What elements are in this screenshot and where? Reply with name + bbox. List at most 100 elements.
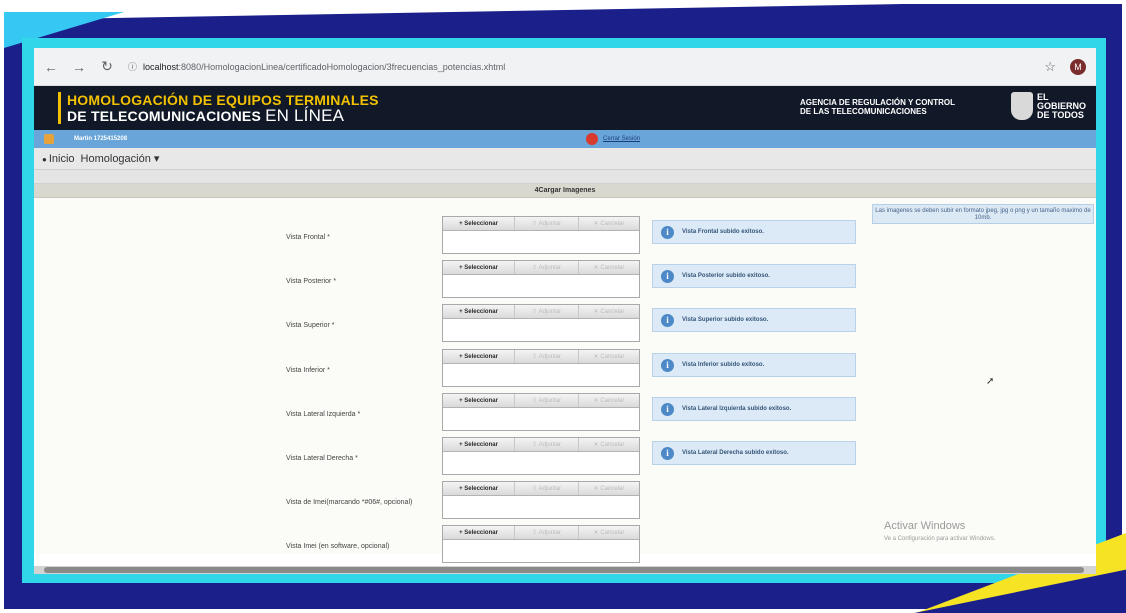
select-file-label: Seleccionar	[464, 220, 498, 227]
success-message-text: Vista Posterior subido exitoso.	[682, 273, 770, 279]
cancel-button[interactable]: ✕ Cancelar	[579, 394, 639, 407]
agency-line2: DE LAS TELECOMUNICACIONES	[800, 107, 927, 116]
reload-icon[interactable]: ↻	[100, 58, 114, 75]
cancel-label: Cancelar	[600, 397, 625, 404]
select-file-label: Seleccionar	[464, 441, 498, 448]
upload-field-label: Vista de Imei(marcando *#06#, opcional)	[286, 499, 413, 506]
success-message: i Vista Lateral Derecha subido exitoso.	[652, 441, 856, 465]
success-message: i Vista Inferior subido exitoso.	[652, 353, 856, 377]
site-header: HOMOLOGACIÓN DE EQUIPOS TERMINALES DE TE…	[34, 86, 1096, 130]
select-file-button[interactable]: + Seleccionar	[443, 217, 515, 230]
file-uploader: + Seleccionar ⇧ Adjuntar ✕ Cancelar	[442, 481, 640, 519]
select-file-button[interactable]: + Seleccionar	[443, 350, 515, 363]
watermark-subtitle: Ve a Configuración para activar Windows.	[884, 536, 996, 542]
upload-label: Adjuntar	[538, 485, 562, 492]
cancel-button[interactable]: ✕ Cancelar	[579, 438, 639, 451]
bookmark-star-icon[interactable]: ☆	[1044, 59, 1056, 75]
select-file-label: Seleccionar	[464, 308, 498, 315]
file-uploader: + Seleccionar ⇧ Adjuntar ✕ Cancelar	[442, 260, 640, 298]
cancel-button[interactable]: ✕ Cancelar	[579, 261, 639, 274]
upload-label: Adjuntar	[538, 220, 562, 227]
select-file-button[interactable]: + Seleccionar	[443, 394, 515, 407]
logout-icon[interactable]	[586, 133, 598, 145]
select-file-label: Seleccionar	[464, 353, 498, 360]
select-file-button[interactable]: + Seleccionar	[443, 482, 515, 495]
uploader-toolbar: + Seleccionar ⇧ Adjuntar ✕ Cancelar	[443, 438, 639, 452]
upload-button[interactable]: ⇧ Adjuntar	[515, 482, 579, 495]
url-field[interactable]: ⓘ localhost:8080/HomologacionLinea/certi…	[128, 60, 1030, 73]
upload-row: Vista Inferior * + Seleccionar ⇧ Adjunta…	[34, 349, 1096, 393]
cancel-button[interactable]: ✕ Cancelar	[579, 350, 639, 363]
section-title: 4Cargar Imagenes	[34, 184, 1096, 198]
success-message: i Vista Superior subido exitoso.	[652, 308, 856, 332]
upload-button[interactable]: ⇧ Adjuntar	[515, 217, 579, 230]
upload-field-label: Vista Lateral Derecha *	[286, 455, 358, 462]
agency-name: AGENCIA DE REGULACIÓN Y CONTROL DE LAS T…	[800, 98, 955, 116]
file-uploader: + Seleccionar ⇧ Adjuntar ✕ Cancelar	[442, 216, 640, 254]
info-icon: i	[661, 402, 674, 416]
profile-avatar[interactable]: M	[1070, 58, 1086, 75]
main-menu: ● Inicio Homologación ▾	[34, 148, 1096, 170]
site-title-suffix: EN LÍNEA	[265, 106, 345, 125]
select-file-button[interactable]: + Seleccionar	[443, 305, 515, 318]
site-info-icon[interactable]: ⓘ	[128, 60, 137, 73]
success-message-text: Vista Lateral Izquierda subido exitoso.	[682, 406, 792, 412]
upload-label: Adjuntar	[538, 529, 562, 536]
title-accent-bar	[58, 92, 61, 124]
upload-label: Adjuntar	[538, 308, 562, 315]
cancel-button[interactable]: ✕ Cancelar	[579, 305, 639, 318]
logout-link[interactable]: Cerrar Sesión	[603, 136, 640, 142]
info-icon: i	[661, 269, 674, 283]
upload-row: Vista Posterior * + Seleccionar ⇧ Adjunt…	[34, 260, 1096, 304]
cancel-button[interactable]: ✕ Cancelar	[579, 526, 639, 539]
uploader-toolbar: + Seleccionar ⇧ Adjuntar ✕ Cancelar	[443, 217, 639, 231]
scrollbar-thumb[interactable]	[44, 567, 1084, 573]
select-file-button[interactable]: + Seleccionar	[443, 438, 515, 451]
uploader-toolbar: + Seleccionar ⇧ Adjuntar ✕ Cancelar	[443, 482, 639, 496]
success-message: i Vista Frontal subido exitoso.	[652, 220, 856, 244]
user-icon	[44, 134, 54, 144]
url-host: localhost	[143, 61, 179, 72]
menu-spacer	[34, 170, 1096, 184]
forward-icon[interactable]: →	[72, 59, 86, 75]
horizontal-scrollbar[interactable]	[34, 566, 1096, 574]
browser-window: ← → ↻ ⓘ localhost:8080/HomologacionLinea…	[34, 48, 1096, 574]
cancel-label: Cancelar	[600, 441, 625, 448]
info-icon: i	[661, 225, 674, 239]
upload-button[interactable]: ⇧ Adjuntar	[515, 350, 579, 363]
info-icon: i	[661, 358, 674, 372]
info-icon: i	[661, 313, 674, 327]
upload-button[interactable]: ⇧ Adjuntar	[515, 305, 579, 318]
select-file-button[interactable]: + Seleccionar	[443, 526, 515, 539]
select-file-button[interactable]: + Seleccionar	[443, 261, 515, 274]
upload-button[interactable]: ⇧ Adjuntar	[515, 438, 579, 451]
file-uploader: + Seleccionar ⇧ Adjuntar ✕ Cancelar	[442, 349, 640, 387]
site-title-line2: DE TELECOMUNICACIONES	[67, 108, 261, 124]
upload-button[interactable]: ⇧ Adjuntar	[515, 526, 579, 539]
upload-row: Vista Lateral Izquierda * + Seleccionar …	[34, 393, 1096, 437]
success-message-text: Vista Inferior subido exitoso.	[682, 362, 765, 368]
cancel-label: Cancelar	[600, 220, 625, 227]
success-message: i Vista Posterior subido exitoso.	[652, 264, 856, 288]
cancel-button[interactable]: ✕ Cancelar	[579, 217, 639, 230]
upload-label: Adjuntar	[538, 264, 562, 271]
slide-frame: ← → ↻ ⓘ localhost:8080/HomologacionLinea…	[0, 0, 1126, 613]
government-logo: EL GOBIERNO DE TODOS	[1010, 92, 1086, 120]
back-icon[interactable]: ←	[44, 59, 58, 75]
upload-button[interactable]: ⇧ Adjuntar	[515, 394, 579, 407]
upload-row: Vista de Imei(marcando *#06#, opcional) …	[34, 481, 1096, 525]
user-name: Martin 1725415208	[74, 136, 128, 142]
upload-row: Vista Superior * + Seleccionar ⇧ Adjunta…	[34, 304, 1096, 348]
menu-item-homologacion[interactable]: Homologación ▾	[81, 152, 160, 165]
cancel-label: Cancelar	[600, 353, 625, 360]
windows-watermark: Activar Windows Ve a Configuración para …	[884, 520, 995, 542]
cancel-button[interactable]: ✕ Cancelar	[579, 482, 639, 495]
upload-button[interactable]: ⇧ Adjuntar	[515, 261, 579, 274]
uploader-toolbar: + Seleccionar ⇧ Adjuntar ✕ Cancelar	[443, 350, 639, 364]
cancel-label: Cancelar	[600, 308, 625, 315]
menu-item-inicio[interactable]: ● Inicio	[42, 153, 75, 165]
select-file-label: Seleccionar	[464, 485, 498, 492]
file-uploader: + Seleccionar ⇧ Adjuntar ✕ Cancelar	[442, 304, 640, 342]
url-path: :8080/HomologacionLinea/certificadoHomol…	[178, 61, 506, 72]
upload-label: Adjuntar	[538, 441, 562, 448]
